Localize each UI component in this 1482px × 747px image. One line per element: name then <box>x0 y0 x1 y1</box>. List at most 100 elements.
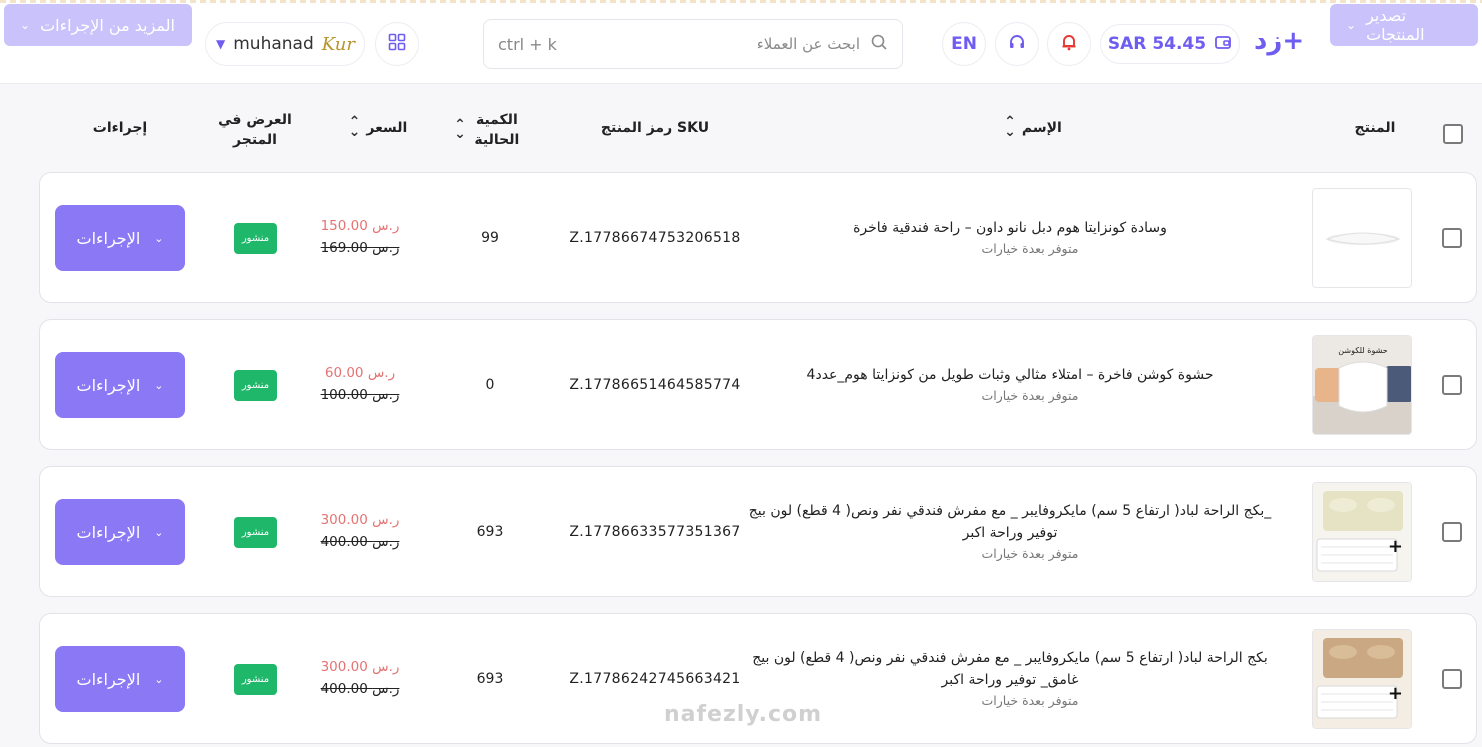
row-actions-button[interactable]: الإجراءات ⌄ <box>55 499 185 565</box>
product-quantity: 693 <box>476 524 504 540</box>
product-thumbnail[interactable]: + <box>1312 482 1412 582</box>
header-product: المنتج <box>1354 120 1396 136</box>
thumbnail-caption: حشوة للكوشن <box>1338 346 1387 355</box>
search-shortcut-hint: ctrl + k <box>498 34 557 54</box>
row-actions-label: الإجراءات <box>76 522 141 542</box>
product-sku: Z.17786674753206518 <box>569 230 741 246</box>
row-actions-button[interactable]: الإجراءات ⌄ <box>55 646 185 712</box>
header-name: الإسم <box>1021 120 1062 136</box>
product-thumbnail[interactable]: حشوة للكوشن <box>1312 335 1412 435</box>
table-header: المنتج ⌃ ⌄ الإسم رمز المنتج SKU ⌃ ⌄ الكمية… <box>0 84 1482 174</box>
sale-price: 150.00 ر.س <box>320 218 400 234</box>
notifications-button[interactable] <box>1047 22 1091 66</box>
search-icon <box>870 33 888 55</box>
product-name-line2: غامق_ توفير وراحة اكبر <box>941 672 1079 689</box>
product-price: 60.00 ر.س 100.00 ر.س <box>310 362 410 407</box>
chevron-down-icon: ⌄ <box>20 18 31 32</box>
header-quantity: الكمية الحالية <box>474 112 520 149</box>
product-quantity: 693 <box>476 671 504 687</box>
export-products-button[interactable]: ⌄ تصدير المنتجات <box>1330 4 1478 46</box>
more-actions-button[interactable]: ⌄ المزيد من الإجراءات <box>4 4 192 46</box>
export-products-label: تصدير المنتجات <box>1366 6 1425 44</box>
product-price: 150.00 ر.س 169.00 ر.س <box>310 215 410 260</box>
product-variants-note: متوفر بعدة خيارات <box>981 693 1079 708</box>
row-checkbox[interactable] <box>1442 375 1462 395</box>
sale-price: 300.00 ر.س <box>320 659 400 675</box>
product-name-line1: بكج الراحة لباد( ارتفاع 5 سم) مايكروفايب… <box>752 650 1268 666</box>
product-thumbnail[interactable]: + <box>1312 629 1412 729</box>
top-bar: ⌄ تصدير المنتجات زد+ SAR 54.45 EN ctrl +… <box>0 0 1482 84</box>
products-table: المنتج ⌃ ⌄ الإسم رمز المنتج SKU ⌃ ⌄ الكمية… <box>0 84 1482 747</box>
language-toggle[interactable]: EN <box>942 22 986 66</box>
bell-icon <box>1059 32 1079 56</box>
product-name[interactable]: بكج الراحة لباد( ارتفاع 5 سم) مايكروفايب… <box>740 647 1280 692</box>
table-row[interactable]: وسادة كونزايتا هوم دبل نانو داون – راحة … <box>39 172 1477 303</box>
original-price: 400.00 ر.س <box>320 534 400 551</box>
chevron-down-icon: ⌄ <box>154 525 164 539</box>
header-price-sort[interactable]: ⌃ ⌄ السعر <box>325 114 425 141</box>
product-variants-note: متوفر بعدة خيارات <box>981 388 1079 403</box>
row-actions-button[interactable]: الإجراءات ⌄ <box>55 352 185 418</box>
grid-icon <box>388 33 406 55</box>
plus-icon: + <box>1387 536 1403 557</box>
product-quantity: 0 <box>485 377 495 393</box>
headset-icon <box>1007 32 1027 56</box>
product-sku: Z.17786242745663421 <box>569 671 741 687</box>
product-price: 300.00 ر.س 400.00 ر.س <box>310 656 410 701</box>
sort-icon: ⌃ ⌄ <box>1004 114 1016 141</box>
product-sku: Z.17786633577351367 <box>569 524 741 540</box>
chevron-down-icon: ⌄ <box>1346 18 1357 32</box>
product-variants-note: متوفر بعدة خيارات <box>981 546 1079 561</box>
apps-grid-button[interactable] <box>375 22 419 66</box>
row-actions-label: الإجراءات <box>76 669 141 689</box>
table-row[interactable]: حشوة للكوشن حشوة كوشن فاخرة – امتلاء مثا… <box>39 319 1477 450</box>
customer-search-input[interactable]: ctrl + k ابحث عن العملاء <box>483 19 903 69</box>
product-name[interactable]: وسادة كونزايتا هوم دبل نانو داون – راحة … <box>740 217 1280 239</box>
row-checkbox[interactable] <box>1442 228 1462 248</box>
sort-icon: ⌃ ⌄ <box>348 114 361 141</box>
header-quantity-sort[interactable]: ⌃ ⌄ الكمية الحالية <box>430 110 540 151</box>
user-menu[interactable]: ▼ muhanad Kur <box>205 22 365 66</box>
sale-price: 300.00 ر.س <box>320 512 400 528</box>
header-display: العرض في المتجر <box>218 112 292 149</box>
status-badge: منشور <box>234 664 277 695</box>
search-placeholder: ابحث عن العملاء <box>756 35 860 53</box>
top-accent-line <box>0 0 1482 3</box>
product-name[interactable]: حشوة كوشن فاخرة – امتلاء مثالي وثبات طوي… <box>740 364 1280 386</box>
product-name-line1: بكج الراحة لباد( ارتفاع 5 سم) مايكروفايب… <box>748 503 1272 519</box>
sale-price: 60.00 ر.س <box>324 365 396 381</box>
row-actions-button[interactable]: الإجراءات ⌄ <box>55 205 185 271</box>
more-actions-label: المزيد من الإجراءات <box>40 15 175 35</box>
table-row[interactable]: + بكج الراحة لباد( ارتفاع 5 سم) مايكروفا… <box>39 466 1477 597</box>
header-actions: إجراءات <box>92 120 148 136</box>
support-button[interactable] <box>995 22 1039 66</box>
store-logo: Kur <box>321 33 355 55</box>
wallet-amount: SAR 54.45 <box>1107 34 1207 54</box>
sort-icon: ⌃ ⌄ <box>454 116 466 143</box>
zid-logo[interactable]: زد+ <box>1254 26 1305 56</box>
row-actions-label: الإجراءات <box>76 228 141 248</box>
wallet-icon <box>1214 33 1232 56</box>
row-checkbox[interactable] <box>1442 522 1462 542</box>
product-sku: Z.17786651464585774 <box>569 377 741 393</box>
product-name-line2: توفير وراحة اكبر <box>962 525 1058 542</box>
header-name-sort[interactable]: ⌃ ⌄ الإسم <box>960 114 1100 141</box>
watermark: nafezly.com <box>663 702 823 727</box>
row-checkbox[interactable] <box>1442 669 1462 689</box>
wallet-balance[interactable]: SAR 54.45 <box>1100 24 1240 64</box>
status-badge: منشور <box>234 517 277 548</box>
product-name[interactable]: بكج الراحة لباد( ارتفاع 5 سم) مايكروفايب… <box>740 500 1280 545</box>
chevron-down-icon: ⌄ <box>154 378 164 392</box>
product-price: 300.00 ر.س 400.00 ر.س <box>310 509 410 554</box>
product-quantity: 99 <box>481 230 499 246</box>
header-price: السعر <box>366 120 408 136</box>
chevron-down-icon: ⌄ <box>154 231 164 245</box>
original-price: 400.00 ر.س <box>320 681 400 698</box>
original-price: 169.00 ر.س <box>320 240 400 257</box>
status-badge: منشور <box>234 223 277 254</box>
header-sku: رمز المنتج SKU <box>600 120 710 136</box>
product-thumbnail[interactable] <box>1312 188 1412 288</box>
status-badge: منشور <box>234 370 277 401</box>
user-name: muhanad <box>233 34 314 54</box>
select-all-checkbox[interactable] <box>1443 124 1463 144</box>
